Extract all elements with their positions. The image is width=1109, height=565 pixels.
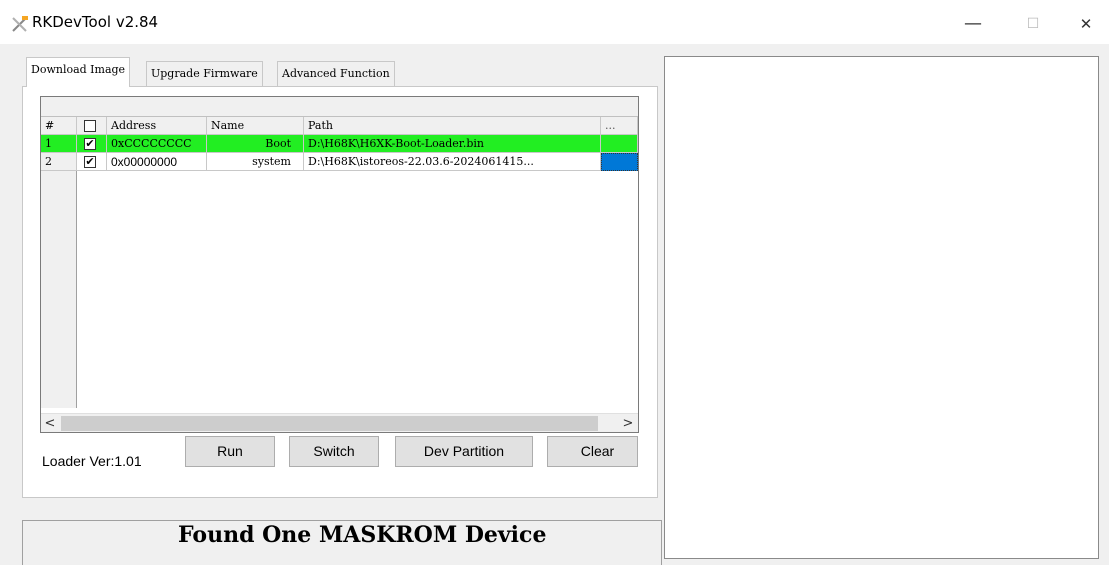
- tab-advanced-function[interactable]: Advanced Function: [277, 61, 395, 87]
- column-header-path: Path: [304, 117, 601, 135]
- title-bar: RKDevTool v2.84 — ☐ ✕: [0, 0, 1109, 44]
- log-panel[interactable]: [664, 56, 1099, 559]
- switch-button[interactable]: Switch: [289, 436, 379, 467]
- column-header-more[interactable]: ...: [601, 117, 638, 135]
- maximize-button[interactable]: ☐: [1010, 10, 1056, 38]
- image-list-grid[interactable]: # Address Name Path ... 1 ✔ 0xCCCCCCCC B…: [40, 96, 639, 433]
- horizontal-scrollbar[interactable]: < >: [41, 413, 638, 432]
- dev-partition-button[interactable]: Dev Partition: [395, 436, 533, 467]
- tab-download-image[interactable]: Download Image: [26, 57, 131, 87]
- row-address[interactable]: 0x00000000: [107, 153, 207, 171]
- row-path[interactable]: D:\H68K\istoreos-22.03.6-2024061415...: [304, 153, 601, 171]
- row-checkbox[interactable]: ✔: [84, 138, 96, 150]
- close-button[interactable]: ✕: [1063, 10, 1109, 38]
- minimize-button[interactable]: —: [950, 10, 996, 38]
- device-status-text: Found One MASKROM Device: [178, 522, 547, 548]
- tab-upgrade-firmware[interactable]: Upgrade Firmware: [146, 61, 263, 87]
- row-check-cell[interactable]: ✔: [77, 135, 107, 153]
- row-checkbox[interactable]: ✔: [84, 156, 96, 168]
- row-browse-cell[interactable]: [601, 135, 638, 153]
- select-all-checkbox[interactable]: [84, 120, 96, 132]
- loader-version-label: Loader Ver:1.01: [42, 453, 142, 469]
- row-name[interactable]: system: [207, 153, 304, 171]
- run-button[interactable]: Run: [185, 436, 275, 467]
- column-header-check[interactable]: [77, 117, 107, 135]
- row-address[interactable]: 0xCCCCCCCC: [107, 135, 207, 153]
- row-check-cell[interactable]: ✔: [77, 153, 107, 171]
- grid-top-band: [41, 97, 638, 117]
- column-header-number: #: [41, 117, 77, 135]
- scroll-right-icon[interactable]: >: [619, 414, 637, 432]
- scroll-left-icon[interactable]: <: [41, 414, 59, 432]
- column-header-name: Name: [207, 117, 304, 135]
- column-header-address: Address: [107, 117, 207, 135]
- row-browse-cell-selected[interactable]: [601, 153, 638, 171]
- window-title: RKDevTool v2.84: [32, 13, 159, 31]
- scrollbar-thumb[interactable]: [61, 416, 598, 431]
- clear-button[interactable]: Clear: [547, 436, 638, 467]
- app-icon: [12, 16, 28, 32]
- row-path[interactable]: D:\H68K\H6XK-Boot-Loader.bin: [304, 135, 601, 153]
- row-name[interactable]: Boot: [207, 135, 304, 153]
- row-number: 2: [41, 153, 77, 171]
- row-number: 1: [41, 135, 77, 153]
